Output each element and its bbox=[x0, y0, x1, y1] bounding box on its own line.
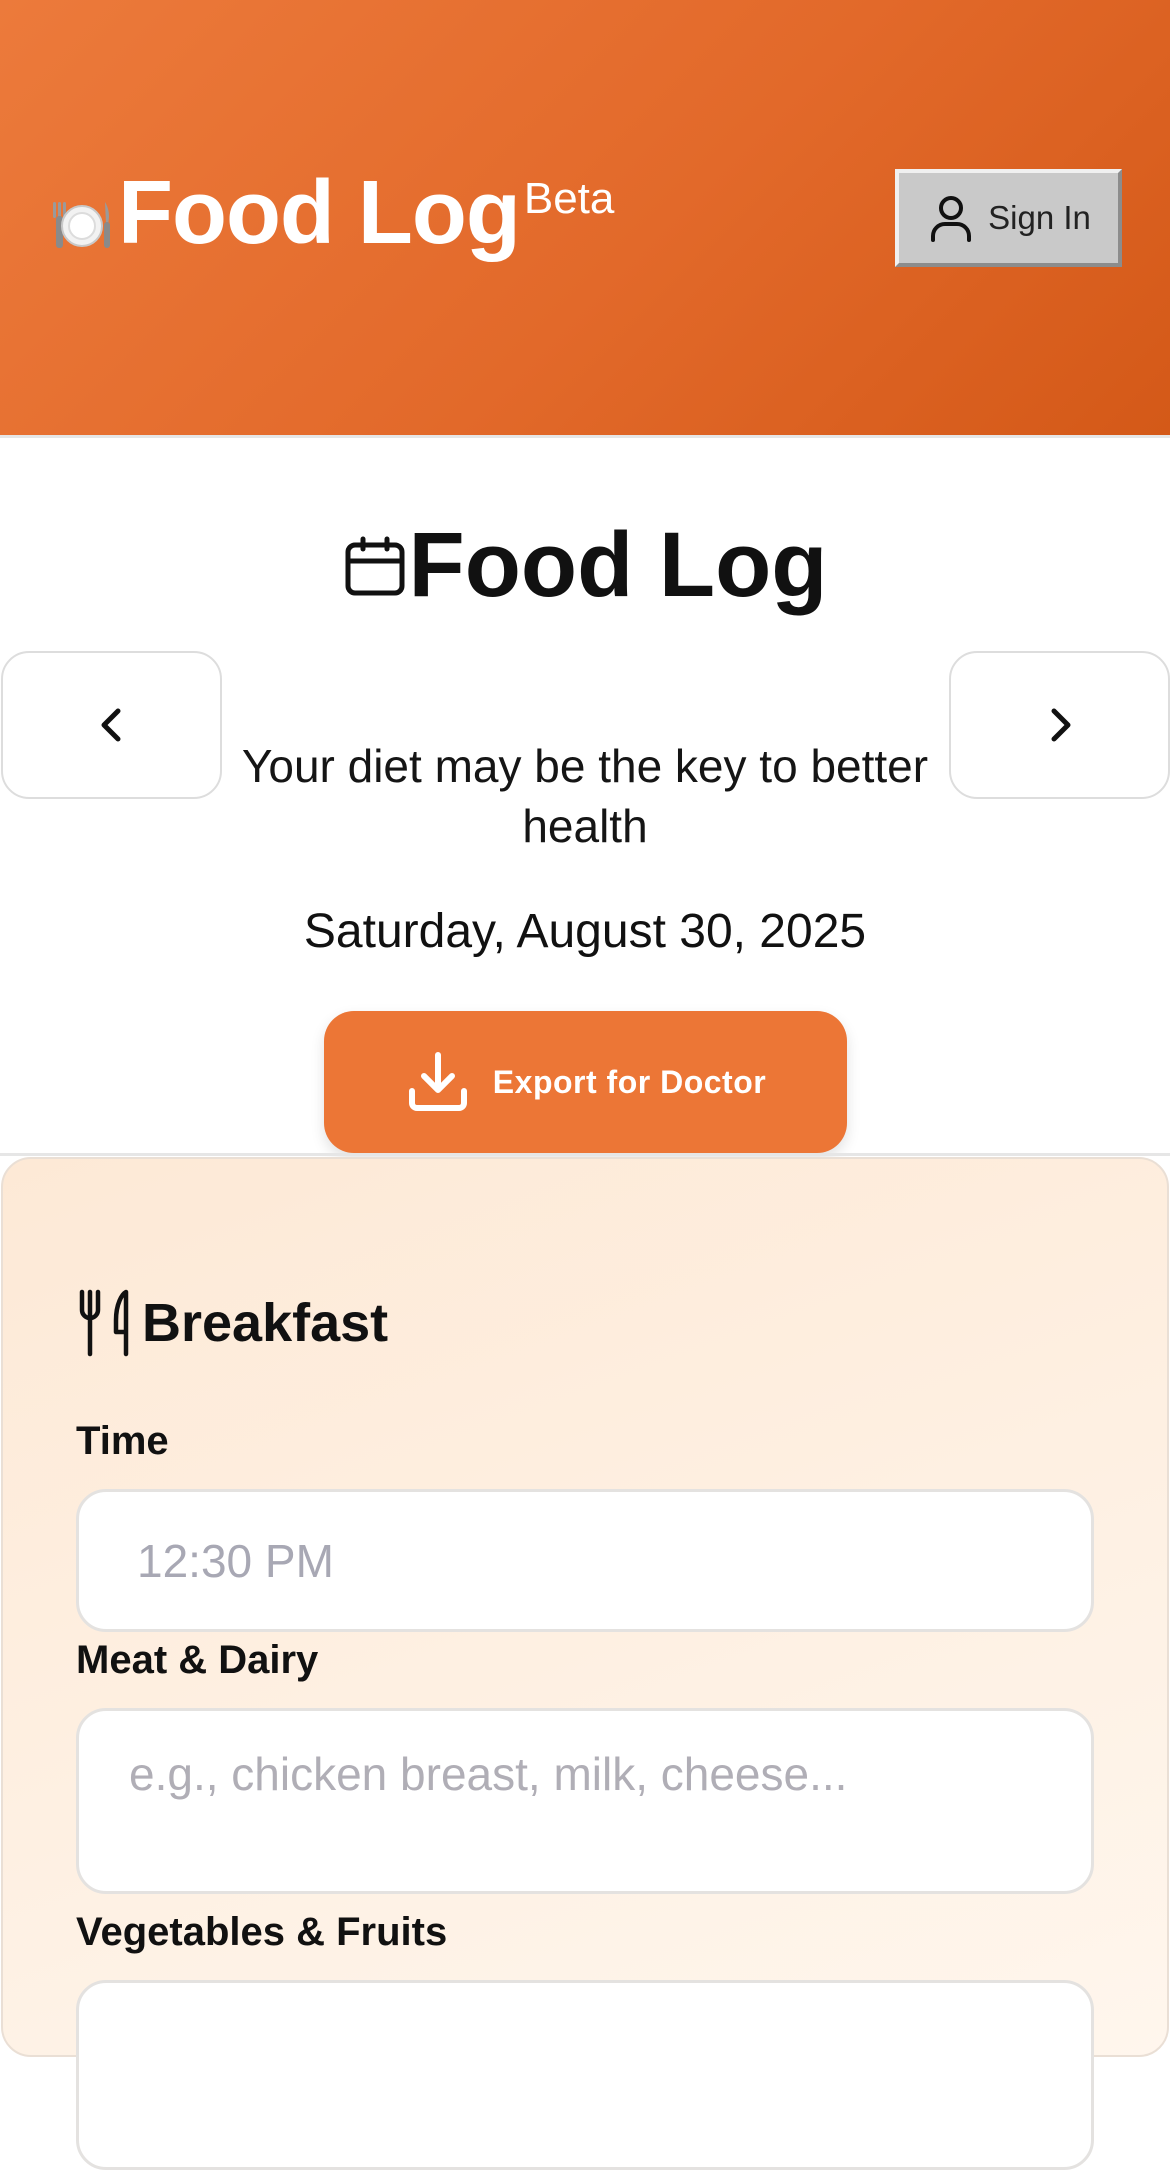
sign-in-button[interactable]: Sign In bbox=[895, 169, 1122, 267]
vegetables-fruits-input[interactable] bbox=[76, 1980, 1094, 2170]
chevron-left-icon bbox=[101, 708, 120, 742]
calendar-icon bbox=[345, 536, 405, 596]
meal-title: Breakfast bbox=[142, 1293, 389, 1353]
meal-heading: Breakfast bbox=[76, 1288, 388, 1358]
export-label: Export for Doctor bbox=[492, 1063, 767, 1100]
app-header: Food Log Beta Sign In bbox=[0, 0, 1170, 438]
beta-badge: Beta bbox=[523, 174, 615, 223]
plate-with-cutlery-icon bbox=[53, 202, 110, 248]
utensils-icon bbox=[79, 1289, 129, 1357]
time-input[interactable]: 12:30 PM bbox=[76, 1489, 1094, 1632]
brand[interactable]: Food Log Beta bbox=[50, 158, 614, 268]
page-title: Food Log bbox=[0, 510, 1170, 620]
page-title-text: Food Log bbox=[408, 514, 828, 616]
meat-dairy-input[interactable] bbox=[76, 1708, 1094, 1894]
export-for-doctor-button[interactable]: Export for Doctor bbox=[324, 1011, 847, 1153]
meat-dairy-label: Meat & Dairy bbox=[76, 1638, 319, 1682]
previous-day-button[interactable] bbox=[1, 651, 222, 799]
sign-in-label: Sign In bbox=[988, 199, 1091, 236]
divider bbox=[0, 1153, 1170, 1156]
time-value: 12:30 PM bbox=[137, 1534, 334, 1587]
chevron-right-icon bbox=[1051, 708, 1070, 742]
brand-title: Food Log bbox=[118, 163, 521, 263]
next-day-button[interactable] bbox=[949, 651, 1170, 799]
download-icon bbox=[408, 1052, 467, 1111]
time-label: Time bbox=[76, 1419, 169, 1463]
current-date: Saturday, August 30, 2025 bbox=[303, 905, 867, 958]
tagline: Your diet may be the key to better healt… bbox=[241, 740, 929, 852]
vegetables-fruits-label: Vegetables & Fruits bbox=[76, 1910, 448, 1954]
user-icon bbox=[931, 196, 972, 242]
